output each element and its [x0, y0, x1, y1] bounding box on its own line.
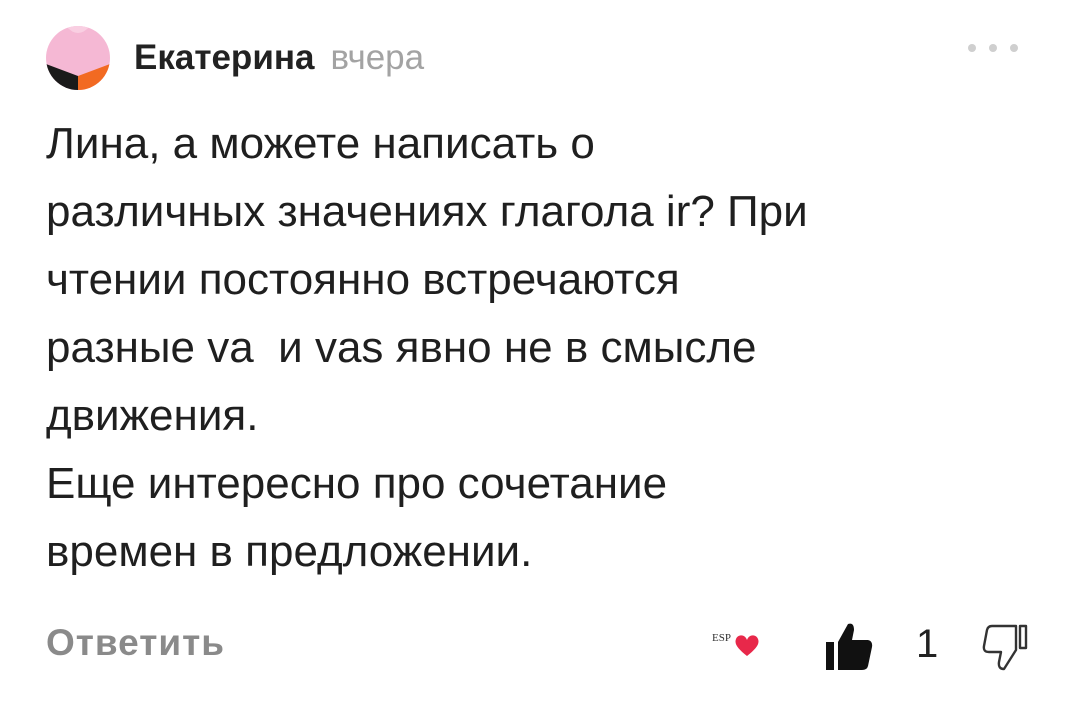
avatar[interactable]: [46, 26, 110, 90]
author-name[interactable]: Екатерина: [134, 38, 314, 78]
author-like-badge-text: ESP: [712, 632, 731, 644]
comment-line: различных значениях глагола ir? При: [46, 187, 808, 236]
comment-timestamp: вчера: [330, 38, 425, 77]
comment-line: Еще интересно про сочетание: [46, 459, 668, 508]
reply-button[interactable]: Ответить: [46, 622, 225, 664]
comment-line: Лина, а можете написать о: [46, 119, 595, 168]
thumbs-down-icon[interactable]: [982, 622, 1028, 672]
comment-card: Екатерина вчера Лина, а можете написать …: [0, 0, 1080, 704]
comment-line: чтении постоянно встречаются: [46, 255, 680, 304]
comment-line: движения.: [46, 391, 259, 440]
comment-line: разные va и vas явно не в смысле: [46, 323, 757, 372]
like-count: 1: [916, 622, 939, 666]
more-dots-icon[interactable]: [968, 38, 1018, 58]
avatar-image: [46, 26, 110, 90]
comment-line: времен в предложении.: [46, 527, 533, 576]
more-dot: [1010, 44, 1018, 52]
comment-body: Лина, а можете написать о различных знач…: [46, 110, 1036, 586]
thumbs-up-icon[interactable]: [824, 620, 874, 672]
more-dot: [968, 44, 976, 52]
author-like-badge: ESP: [712, 626, 772, 670]
comment-header: Екатерина вчера: [46, 20, 424, 96]
heart-icon: [735, 635, 759, 656]
more-dot: [989, 44, 997, 52]
comment-footer: Ответить ESP 1: [46, 612, 1036, 688]
